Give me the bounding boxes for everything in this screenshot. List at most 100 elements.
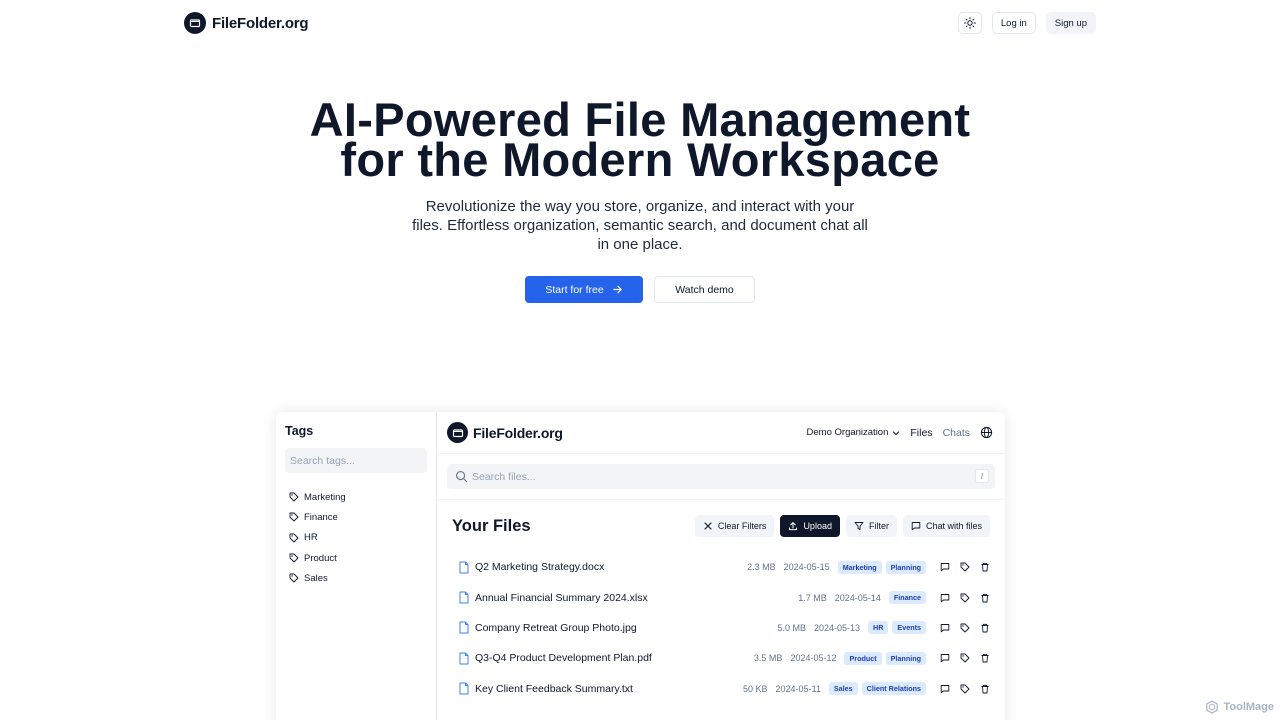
trash-icon[interactable] — [980, 593, 990, 603]
tag-icon[interactable] — [960, 684, 970, 694]
file-row[interactable]: Company Retreat Group Photo.jpg 5.0 MB 202… — [458, 613, 990, 643]
file-date: 2024-05-15 — [783, 562, 830, 573]
file-tag-badge[interactable]: Finance — [888, 591, 926, 605]
start-for-free-label: Start for free — [545, 283, 604, 296]
file-size: 3.5 MB — [753, 653, 783, 664]
tag-icon[interactable] — [960, 593, 970, 603]
close-icon — [704, 522, 712, 530]
chat-with-files-label: Chat with files — [925, 521, 982, 531]
signup-button[interactable]: Sign up — [1045, 12, 1096, 34]
brand-logo-link[interactable]: FileFolder.org — [184, 12, 309, 34]
file-row-actions — [940, 562, 990, 572]
tag-label: Finance — [304, 511, 338, 523]
your-files-title: Your Files — [452, 516, 531, 535]
file-row-actions — [940, 684, 990, 694]
start-for-free-button[interactable]: Start for free — [525, 276, 643, 303]
upload-icon — [789, 522, 798, 531]
file-search-input[interactable] — [472, 470, 872, 483]
tag-item-hr[interactable]: HR — [285, 528, 427, 548]
arrow-right-icon — [612, 285, 622, 294]
tag-item-marketing[interactable]: Marketing — [285, 487, 427, 507]
file-tag-badge[interactable]: Client Relations — [861, 682, 926, 696]
login-button[interactable]: Log in — [991, 12, 1036, 34]
file-name[interactable]: Q2 Marketing Strategy.docx — [475, 561, 604, 573]
file-tag-badge[interactable]: HR — [868, 621, 889, 635]
upload-label: Upload — [803, 521, 832, 531]
tag-label: Sales — [304, 572, 328, 584]
file-tag-badge[interactable]: Planning — [885, 651, 926, 665]
organization-select[interactable]: Demo Organization — [807, 427, 901, 438]
hero-subtitle: Revolutionize the way you store, organiz… — [412, 198, 868, 253]
tags-title: Tags — [285, 424, 314, 438]
tag-label: HR — [304, 532, 318, 544]
hero-title-line-2: for the Modern Workspace — [340, 133, 940, 186]
globe-icon[interactable] — [980, 426, 993, 439]
chat-icon[interactable] — [940, 593, 950, 603]
file-tag-badge[interactable]: Marketing — [837, 560, 882, 574]
trash-icon[interactable] — [980, 684, 990, 694]
file-name[interactable]: Key Client Feedback Summary.txt — [475, 683, 633, 695]
filter-button[interactable]: Filter — [845, 515, 897, 537]
file-size: 5.0 MB — [777, 622, 806, 633]
demo-brand[interactable]: FileFolder.org — [447, 422, 563, 443]
file-row[interactable]: Q2 Marketing Strategy.docx 2.3 MB 2024-05-… — [458, 552, 990, 582]
theme-toggle-button[interactable] — [957, 12, 982, 34]
tag-item-sales[interactable]: Sales — [285, 568, 427, 588]
filter-icon — [854, 522, 864, 530]
file-tags: Marketing Planning — [837, 560, 926, 574]
file-row[interactable]: Annual Financial Summary 2024.xlsx 1.7 MB… — [458, 582, 990, 612]
file-list: Q2 Marketing Strategy.docx 2.3 MB 2024-05-… — [437, 552, 1005, 704]
file-name[interactable]: Annual Financial Summary 2024.xlsx — [475, 592, 648, 604]
chat-icon[interactable] — [940, 653, 950, 663]
file-search-box[interactable]: / — [447, 464, 995, 489]
tag-search-input[interactable]: Search tags... — [285, 448, 427, 473]
hero-ctas: Start for free Watch demo — [0, 276, 1280, 303]
tag-icon[interactable] — [960, 562, 970, 572]
file-tag-badge[interactable]: Events — [892, 621, 926, 635]
tag-icon[interactable] — [960, 623, 970, 633]
tag-icon — [289, 512, 299, 522]
file-tags: Product Planning — [844, 651, 926, 665]
tag-label: Marketing — [304, 491, 346, 503]
watch-demo-button[interactable]: Watch demo — [654, 276, 755, 303]
files-nav-link[interactable]: Files — [910, 427, 932, 439]
chat-icon[interactable] — [940, 623, 950, 633]
folder-logo-icon — [184, 12, 206, 34]
file-tag-badge[interactable]: Sales — [828, 682, 858, 696]
trash-icon[interactable] — [980, 623, 990, 633]
chat-with-files-button[interactable]: Chat with files — [902, 515, 990, 537]
file-row-actions — [940, 593, 990, 603]
tag-icon[interactable] — [960, 653, 970, 663]
document-icon — [459, 682, 469, 695]
files-header: Your Files Clear Filters Upload Filter C… — [437, 500, 1005, 552]
demo-main-panel: FileFolder.org Demo Organization Files C… — [437, 412, 1005, 720]
file-size: 1.7 MB — [798, 592, 827, 603]
demo-app-preview: Tags Search tags... Marketing Finance HR Pr… — [276, 412, 1005, 720]
chats-nav-link[interactable]: Chats — [943, 427, 970, 439]
file-tags: Finance — [888, 591, 926, 605]
upload-button[interactable]: Upload — [780, 515, 840, 537]
file-name[interactable]: Company Retreat Group Photo.jpg — [475, 622, 637, 634]
top-nav: FileFolder.org Log in Sign up — [0, 0, 1280, 44]
trash-icon[interactable] — [980, 653, 990, 663]
file-row[interactable]: Q3-Q4 Product Development Plan.pdf 3.5 MB… — [458, 643, 990, 673]
chat-icon — [911, 522, 921, 531]
document-icon — [459, 561, 469, 574]
file-meta: 2.3 MB 2024-05-15 Marketing Planning — [747, 552, 990, 582]
file-meta: 1.7 MB 2024-05-14 Finance — [798, 582, 990, 612]
toolmage-logo-icon — [1206, 700, 1219, 714]
clear-filters-label: Clear Filters — [717, 521, 767, 531]
file-name[interactable]: Q3-Q4 Product Development Plan.pdf — [475, 652, 652, 664]
file-row[interactable]: Key Client Feedback Summary.txt 50 KB 2024… — [458, 674, 990, 704]
hero-title: AI-Powered File Management for the Moder… — [0, 96, 1280, 186]
trash-icon[interactable] — [980, 562, 990, 572]
file-size: 2.3 MB — [747, 562, 776, 573]
tag-icon — [289, 492, 299, 502]
tag-item-product[interactable]: Product — [285, 548, 427, 568]
tag-item-finance[interactable]: Finance — [285, 507, 427, 527]
chat-icon[interactable] — [940, 684, 950, 694]
chat-icon[interactable] — [940, 562, 950, 572]
file-tag-badge[interactable]: Product — [844, 651, 882, 665]
clear-filters-button[interactable]: Clear Filters — [694, 515, 775, 537]
file-tag-badge[interactable]: Planning — [885, 560, 926, 574]
